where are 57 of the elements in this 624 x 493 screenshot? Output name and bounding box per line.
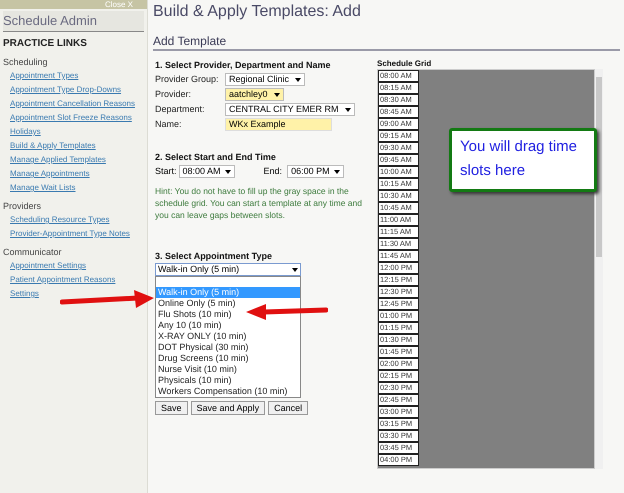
sidebar-link[interactable]: Appointment Settings bbox=[10, 259, 145, 273]
sidebar-link[interactable]: Build & Apply Templates bbox=[10, 139, 145, 153]
sidebar-link[interactable]: Appointment Slot Freeze Reasons bbox=[10, 111, 145, 125]
dropdown-option[interactable]: Workers Compensation (10 min) bbox=[156, 386, 290, 397]
field-label: Start: bbox=[155, 164, 177, 178]
field-label: Provider: bbox=[155, 88, 192, 101]
field-label: Name: bbox=[155, 118, 183, 131]
form-button[interactable]: Save and Apply bbox=[190, 401, 266, 415]
sidebar-link[interactable]: Manage Appointments bbox=[10, 167, 145, 181]
dropdown-option[interactable]: Physicals (10 min) bbox=[156, 375, 234, 386]
dropdown-option[interactable]: X-RAY ONLY (10 min) bbox=[156, 331, 248, 342]
caret-icon bbox=[334, 170, 340, 174]
field-label: Department: bbox=[155, 102, 206, 116]
sidebar-group-label: Communicator bbox=[2, 246, 63, 259]
caret-icon bbox=[295, 78, 302, 82]
dropdown-option[interactable]: Online Only (5 min) bbox=[156, 298, 238, 309]
sidebar-link[interactable]: Appointment Types bbox=[10, 69, 145, 83]
sidebar-link[interactable]: Patient Appointment Reasons Settings bbox=[10, 273, 145, 301]
caret-icon bbox=[344, 108, 351, 112]
sidebar-link[interactable]: Scheduling Resource Types bbox=[10, 213, 145, 227]
sidebar-link[interactable]: Appointment Cancellation Reasons bbox=[10, 97, 145, 111]
sidebar-link[interactable]: Holidays bbox=[10, 125, 145, 139]
dropdown-option[interactable]: Any 10 (10 min) bbox=[156, 320, 224, 331]
step-heading: 3. Select Appointment Type bbox=[155, 250, 274, 263]
appointment-type-dropdown[interactable]: Walk-in Only (5 min) bbox=[155, 263, 301, 276]
page-title: Build & Apply Templates: Add bbox=[153, 2, 362, 22]
dropdown-field[interactable]: aatchley0 bbox=[225, 88, 284, 101]
name-input-field[interactable]: WKx Example bbox=[225, 118, 332, 131]
dropdown-option[interactable]: DOT Physical (30 min) bbox=[156, 342, 250, 353]
dropdown-option[interactable]: Nurse Visit (10 min) bbox=[156, 364, 239, 375]
caret-icon bbox=[274, 92, 280, 96]
sidebar-group-label: Scheduling bbox=[2, 56, 49, 69]
form-button[interactable]: Save bbox=[155, 401, 188, 415]
caret-icon bbox=[292, 268, 298, 272]
dropdown-option[interactable]: Flu Shots (10 min) bbox=[156, 309, 234, 320]
end-time-dropdown[interactable]: 06:00 PM bbox=[287, 165, 344, 178]
sidebar-link[interactable]: Appointment Type Drop-Downs bbox=[10, 83, 145, 97]
hint-text: Hint: You do not have to fill up the gray space in the schedule grid. You can start a template at any time and you can leave gaps between slots. bbox=[155, 185, 363, 221]
sidebar-group-label: Providers bbox=[2, 200, 42, 213]
form-button[interactable]: Cancel bbox=[268, 401, 308, 415]
sidebar-link[interactable]: Manage Wait Lists bbox=[10, 181, 145, 195]
dropdown-field[interactable]: Regional Clinic bbox=[225, 73, 306, 86]
sidebar-title: Schedule Admin bbox=[3, 11, 144, 32]
sidebar-link[interactable]: Provider-Appointment Type Notes bbox=[10, 227, 145, 241]
field-label: Provider Group: bbox=[155, 72, 220, 86]
sidebar-heading: PRACTICE LINKS bbox=[2, 37, 88, 51]
dropdown-option[interactable]: Drug Screens (10 min) bbox=[156, 353, 251, 364]
dropdown-field[interactable]: CENTRAL CITY EMER RM bbox=[225, 103, 355, 116]
section-title: Add Template bbox=[153, 33, 620, 51]
grid-title: Schedule Grid bbox=[377, 59, 432, 69]
caret-icon bbox=[224, 170, 231, 174]
sidebar-link[interactable]: Manage Applied Templates bbox=[10, 153, 145, 167]
start-time-dropdown[interactable]: 08:00 AM bbox=[178, 165, 235, 178]
step-heading: 2. Select Start and End Time bbox=[155, 151, 277, 164]
step-heading: 1. Select Provider, Department and Name bbox=[155, 59, 332, 72]
callout-box: You will drag time slots here bbox=[449, 128, 597, 192]
field-label: End: bbox=[264, 164, 282, 178]
